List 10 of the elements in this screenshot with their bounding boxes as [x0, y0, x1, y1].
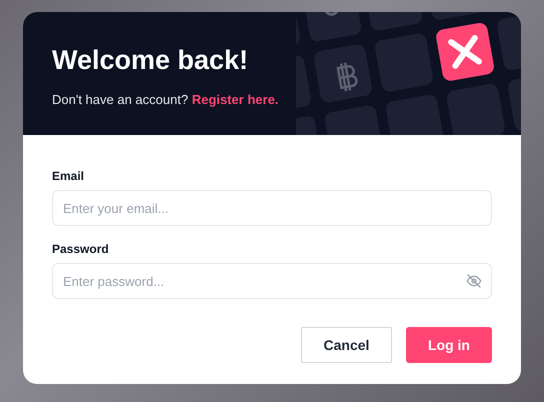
email-field[interactable]: Enter your email... — [52, 190, 492, 226]
cancel-button[interactable]: Cancel — [301, 327, 392, 363]
register-prompt: Don't have an account? Register here. — [52, 91, 280, 109]
field-label: Email — [52, 168, 86, 185]
eye-slash-icon[interactable] — [466, 273, 482, 289]
login-button[interactable]: Log in — [406, 327, 492, 363]
register-link[interactable]: Register here. — [192, 92, 279, 107]
password-field[interactable]: Enter password... — [52, 263, 492, 299]
field-label: Password — [52, 241, 110, 258]
dialog-title: Welcome back! — [52, 44, 250, 76]
